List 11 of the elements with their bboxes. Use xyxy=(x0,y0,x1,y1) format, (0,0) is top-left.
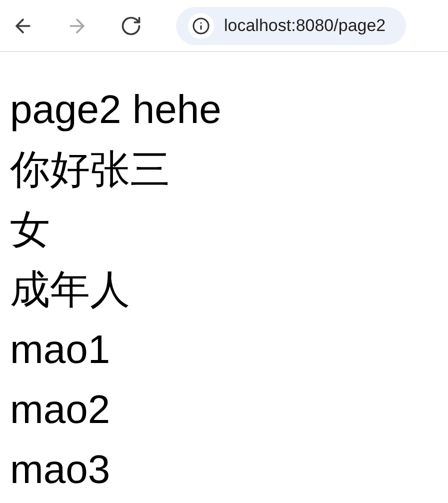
text-line: 女 xyxy=(10,207,50,254)
info-icon[interactable] xyxy=(188,12,214,38)
text-line: page2 hehe xyxy=(10,87,222,134)
address-bar[interactable]: localhost:8080/page2 xyxy=(176,6,406,44)
text-line: mao2 xyxy=(10,387,110,434)
text-line: mao1 xyxy=(10,327,110,374)
reload-icon xyxy=(120,14,142,36)
url-text: localhost:8080/page2 xyxy=(224,16,386,36)
text-line: mao3 xyxy=(10,447,110,494)
text-line: 成年人 xyxy=(10,267,130,314)
text-line: 你好张三 xyxy=(10,147,170,194)
